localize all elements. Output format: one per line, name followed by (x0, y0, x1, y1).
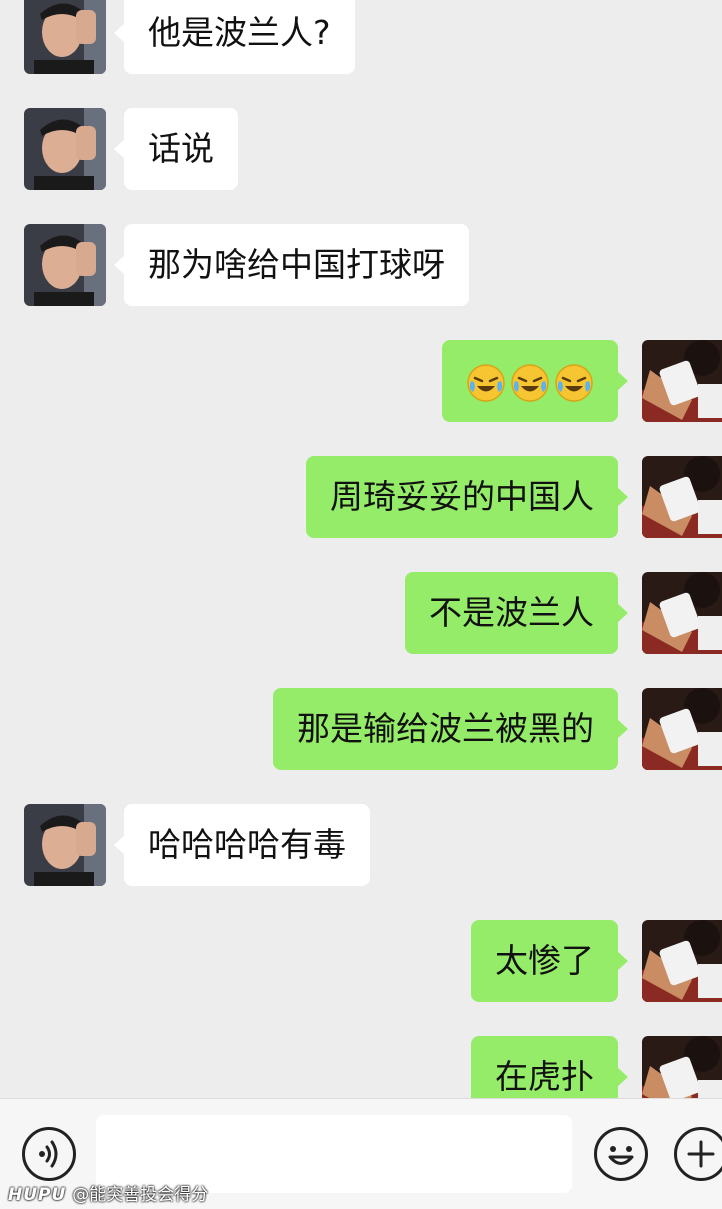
outgoing-message: 太惨了 (466, 920, 722, 1002)
contact-avatar[interactable] (24, 0, 106, 74)
message-text: 话说 (148, 129, 214, 168)
message-bubble[interactable]: 周琦妥妥的中国人 (306, 456, 628, 538)
emoji-button[interactable] (594, 1127, 648, 1181)
watermark: HUPU @能突善投会得分 (8, 1180, 208, 1205)
message-text: 周琦妥妥的中国人 (330, 477, 594, 516)
outgoing-message: 不是波兰人 (396, 572, 722, 654)
message-text: 在虎扑 (495, 1057, 594, 1096)
message-text: 太惨了 (495, 941, 594, 980)
crying-laughing-face-icon (511, 363, 549, 402)
voice-button[interactable] (22, 1127, 76, 1181)
plus-icon (687, 1140, 715, 1168)
crying-laughing-face-icon (467, 363, 505, 402)
message-bubble[interactable]: 哈哈哈哈有毒 (114, 804, 370, 886)
contact-avatar[interactable] (24, 804, 106, 886)
outgoing-message: 在虎扑 (466, 1036, 722, 1098)
message-bubble[interactable]: 太惨了 (471, 920, 628, 1002)
message-bubble[interactable]: 他是波兰人? (114, 0, 355, 74)
user-avatar[interactable] (642, 456, 722, 538)
message-text: 那为啥给中国打球呀 (148, 245, 445, 284)
voice-wave-icon (39, 1140, 58, 1168)
outgoing-message (442, 340, 722, 422)
message-text: 他是波兰人? (148, 13, 331, 52)
chat-messages: 他是波兰人? 话说 那为啥给中国打球呀 周琦妥妥的中国人 不是波兰人 那是输给波… (0, 0, 722, 1098)
incoming-message: 他是波兰人? (24, 0, 380, 74)
watermark-text: @能突善投会得分 (72, 1185, 209, 1205)
message-text: 那是输给波兰被黑的 (297, 709, 594, 748)
user-avatar[interactable] (642, 688, 722, 770)
message-bubble[interactable]: 话说 (114, 108, 238, 190)
contact-avatar[interactable] (24, 224, 106, 306)
message-text: 不是波兰人 (429, 593, 594, 632)
incoming-message: 哈哈哈哈有毒 (24, 804, 380, 886)
message-bubble[interactable]: 不是波兰人 (405, 572, 628, 654)
outgoing-message: 周琦妥妥的中国人 (292, 456, 722, 538)
user-avatar[interactable] (642, 920, 722, 1002)
outgoing-message: 那是输给波兰被黑的 (258, 688, 722, 770)
watermark-brand: HUPU (8, 1185, 67, 1205)
user-avatar[interactable] (642, 1036, 722, 1098)
crying-laughing-face-icon (555, 363, 593, 402)
incoming-message: 那为啥给中国打球呀 (24, 224, 484, 306)
message-bubble[interactable]: 那是输给波兰被黑的 (273, 688, 628, 770)
user-avatar[interactable] (642, 572, 722, 654)
user-avatar[interactable] (642, 340, 722, 422)
message-bubble[interactable]: 那为啥给中国打球呀 (114, 224, 469, 306)
incoming-message: 话说 (24, 108, 242, 190)
message-bubble[interactable]: 在虎扑 (471, 1036, 628, 1098)
contact-avatar[interactable] (24, 108, 106, 190)
more-button[interactable] (674, 1127, 722, 1181)
message-bubble[interactable] (442, 340, 628, 424)
smiley-icon (608, 1146, 634, 1165)
emoji-row (466, 342, 594, 424)
message-text: 哈哈哈哈有毒 (148, 825, 346, 864)
